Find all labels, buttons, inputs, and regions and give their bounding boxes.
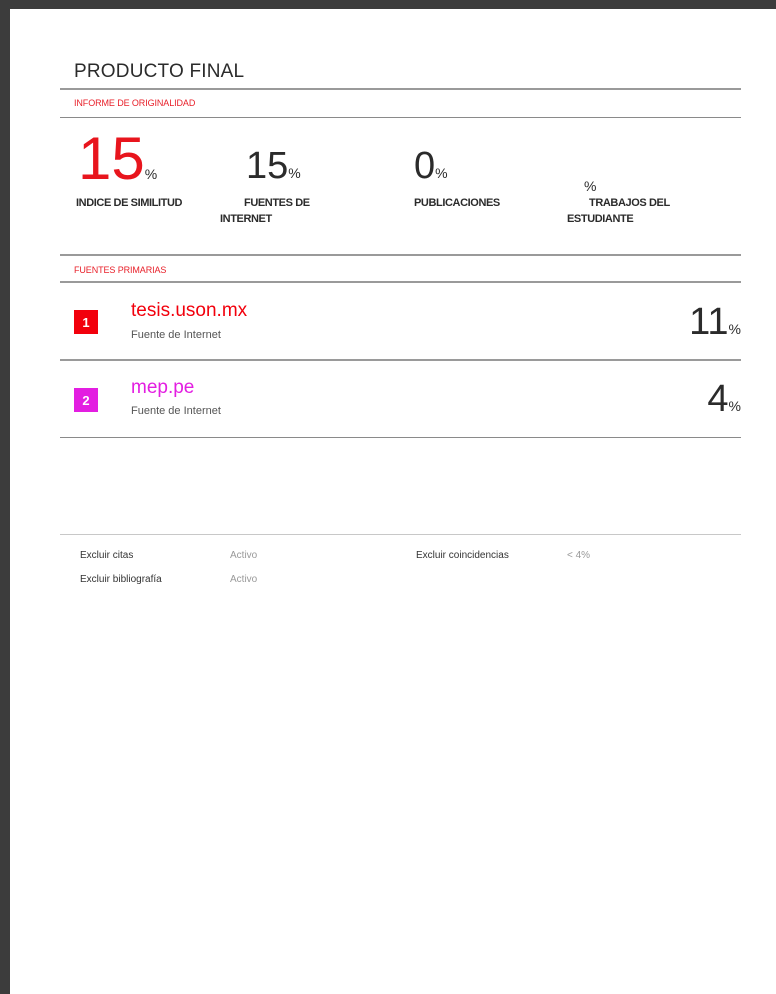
exclude-bibliography-label: Excluir bibliografía: [80, 574, 162, 585]
source-percent-value: 4: [707, 378, 729, 420]
source-name[interactable]: mep.pe: [131, 377, 194, 399]
student-stat: %: [584, 147, 596, 194]
internet-unit: %: [288, 165, 301, 181]
source-percent-unit: %: [728, 321, 741, 337]
exclude-bibliography-value: Activo: [230, 574, 258, 585]
student-label-line1: TRABAJOS DEL: [589, 197, 670, 209]
student-label: TRABAJOS DEL ESTUDIANTE: [567, 195, 670, 227]
report-title: PRODUCTO FINAL: [74, 61, 245, 82]
exclude-matches-label: Excluir coincidencias: [416, 550, 509, 561]
exclude-quotes-label: Excluir citas: [80, 550, 134, 561]
source-type: Fuente de Internet: [131, 329, 221, 341]
publications-label: PUBLICACIONES: [414, 197, 500, 209]
internet-label: FUENTES DE INTERNET: [220, 195, 310, 227]
report-page: PRODUCTO FINAL INFORME DE ORIGINALIDAD 1…: [10, 9, 776, 994]
source-percent-unit: %: [728, 398, 741, 414]
source-divider: [60, 437, 741, 438]
similarity-unit: %: [144, 166, 158, 182]
source-percent: 11%: [689, 301, 741, 344]
originality-label: INFORME DE ORIGINALIDAD: [74, 98, 196, 108]
similarity-stat: 15%: [78, 129, 157, 189]
source-name[interactable]: tesis.uson.mx: [131, 300, 247, 322]
primary-sources-label: FUENTES PRIMARIAS: [74, 265, 167, 275]
source-percent: 4%: [707, 378, 741, 421]
source-rank-badge: 2: [74, 388, 98, 412]
source-row: 1 tesis.uson.mx Fuente de Internet 11%: [60, 283, 741, 359]
internet-stat: 15%: [246, 147, 301, 185]
publications-stat: 0%: [414, 147, 448, 185]
publications-value: 0: [414, 145, 436, 187]
source-row: 2 mep.pe Fuente de Internet 4%: [60, 360, 741, 436]
viewer-top-frame: [0, 0, 776, 9]
title-divider: [60, 88, 741, 90]
source-type: Fuente de Internet: [131, 405, 221, 417]
student-unit: %: [584, 178, 597, 194]
internet-label-line1: FUENTES DE: [244, 197, 310, 209]
internet-label-line2: INTERNET: [220, 213, 272, 225]
similarity-value: 15: [78, 125, 145, 192]
similarity-label: INDICE DE SIMILITUD: [76, 197, 183, 209]
exclude-matches-value: < 4%: [567, 550, 591, 561]
exclude-quotes-value: Activo: [230, 550, 258, 561]
options-divider: [60, 534, 741, 535]
source-rank-badge: 1: [74, 310, 98, 334]
stats-divider: [60, 254, 741, 256]
student-label-line2: ESTUDIANTE: [567, 213, 634, 225]
originality-divider: [60, 117, 741, 118]
viewer-left-frame: [0, 0, 10, 994]
publications-unit: %: [435, 165, 448, 181]
internet-value: 15: [246, 145, 289, 187]
source-percent-value: 11: [689, 301, 729, 343]
